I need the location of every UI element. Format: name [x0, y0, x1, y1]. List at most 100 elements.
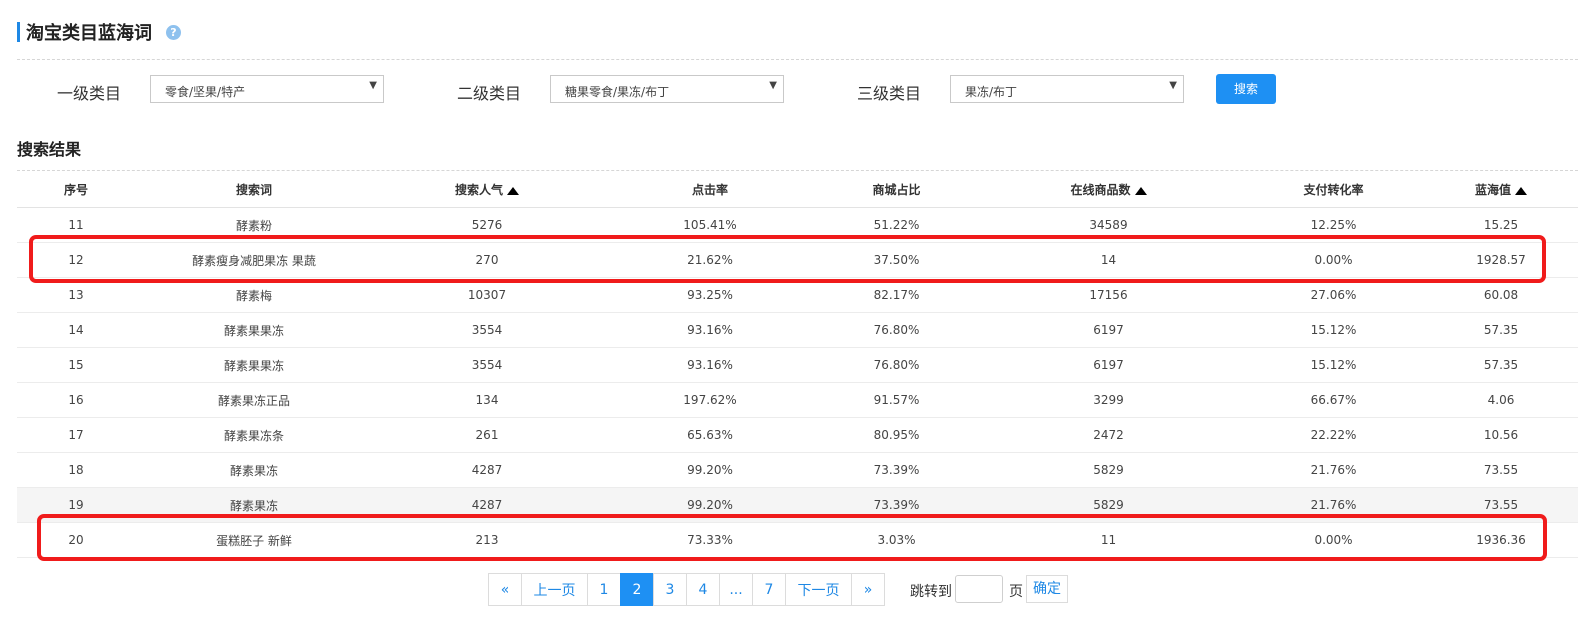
cell-conversion: 27.06% — [1243, 277, 1424, 313]
sort-ascending-icon[interactable] — [507, 186, 519, 195]
page-button-4[interactable]: 4 — [686, 573, 720, 606]
cell-ctr: 93.16% — [601, 312, 819, 348]
cell-ctr: 65.63% — [601, 417, 819, 453]
prev-page-button[interactable]: 上一页 — [521, 573, 588, 606]
cell-online-items: 6197 — [974, 347, 1243, 383]
col-header-popularity[interactable]: 搜索人气 — [373, 171, 601, 208]
cell-conversion: 21.76% — [1243, 487, 1424, 523]
level2-label: 二级类目 — [457, 84, 522, 103]
cell-online-items: 6197 — [974, 312, 1243, 348]
cell-keyword: 蛋糕胚子 新鲜 — [135, 522, 373, 558]
jump-label: 跳转到 — [910, 584, 952, 600]
page-button-1[interactable]: 1 — [587, 573, 621, 606]
cell-mall-ratio: 82.17% — [819, 277, 974, 313]
cell-online-items: 5829 — [974, 487, 1243, 523]
level3-select[interactable]: 果冻/布丁 ▼ — [950, 75, 1184, 103]
cell-index: 14 — [17, 312, 135, 348]
cell-ctr: 105.41% — [601, 207, 819, 243]
cell-index: 17 — [17, 417, 135, 453]
cell-blue-ocean: 73.55 — [1424, 487, 1578, 523]
page-button-3[interactable]: 3 — [653, 573, 687, 606]
cell-blue-ocean: 4.06 — [1424, 382, 1578, 418]
cell-ctr: 99.20% — [601, 487, 819, 523]
cell-blue-ocean: 10.56 — [1424, 417, 1578, 453]
cell-conversion: 66.67% — [1243, 382, 1424, 418]
level1-label: 一级类目 — [57, 84, 122, 103]
cell-popularity: 270 — [373, 242, 601, 278]
cell-popularity: 134 — [373, 382, 601, 418]
cell-keyword: 酵素果果冻 — [135, 347, 373, 383]
cell-ctr: 93.16% — [601, 347, 819, 383]
cell-ctr: 197.62% — [601, 382, 819, 418]
cell-index: 20 — [17, 522, 135, 558]
cell-mall-ratio: 76.80% — [819, 312, 974, 348]
help-icon[interactable]: ? — [166, 24, 181, 40]
table-row: 19 酵素果冻 4287 99.20% 73.39% 5829 21.76% 73.55 — [17, 487, 1578, 523]
cell-online-items: 3299 — [974, 382, 1243, 418]
cell-online-items: 14 — [974, 242, 1243, 278]
cell-mall-ratio: 73.39% — [819, 487, 974, 523]
table-row: 16 酵素果冻正品 134 197.62% 91.57% 3299 66.67% 4.06 — [17, 382, 1578, 418]
table-row: 14 酵素果果冻 3554 93.16% 76.80% 6197 15.12% 57.35 — [17, 312, 1578, 348]
jump-page-input[interactable] — [955, 575, 1003, 603]
table-row: 11 酵素粉 5276 105.41% 51.22% 34589 12.25% 15.25 — [17, 207, 1578, 243]
cell-online-items: 34589 — [974, 207, 1243, 243]
table-row: 15 酵素果果冻 3554 93.16% 76.80% 6197 15.12% 57.35 — [17, 347, 1578, 383]
col-header-blue-ocean[interactable]: 蓝海值 — [1424, 171, 1578, 208]
cell-conversion: 0.00% — [1243, 242, 1424, 278]
next-page-button[interactable]: 下一页 — [785, 573, 852, 606]
cell-keyword: 酵素果冻正品 — [135, 382, 373, 418]
cell-popularity: 3554 — [373, 347, 601, 383]
col-header-online-items[interactable]: 在线商品数 — [974, 171, 1243, 208]
table-row: 12 酵素瘦身减肥果冻 果蔬 270 21.62% 37.50% 14 0.00% 1928.… — [17, 242, 1578, 278]
last-page-button[interactable]: » — [851, 573, 885, 606]
sort-ascending-icon[interactable] — [1515, 186, 1527, 195]
sort-ascending-icon[interactable] — [1134, 186, 1147, 195]
cell-keyword: 酵素果冻 — [135, 452, 373, 488]
cell-index: 13 — [17, 277, 135, 313]
cell-index: 16 — [17, 382, 135, 418]
page-button-2[interactable]: 2 — [620, 573, 654, 606]
cell-online-items: 5829 — [974, 452, 1243, 488]
level1-value: 零食/坚果/特产 — [165, 85, 246, 99]
cell-mall-ratio: 51.22% — [819, 207, 974, 243]
cell-mall-ratio: 73.39% — [819, 452, 974, 488]
cell-blue-ocean: 15.25 — [1424, 207, 1578, 243]
cell-ctr: 73.33% — [601, 522, 819, 558]
page-title: 淘宝类目蓝海词 — [26, 23, 152, 44]
search-button[interactable]: 搜索 — [1216, 74, 1276, 104]
cell-blue-ocean: 73.55 — [1424, 452, 1578, 488]
cell-conversion: 15.12% — [1243, 347, 1424, 383]
first-page-button[interactable]: « — [488, 573, 522, 606]
cell-index: 15 — [17, 347, 135, 383]
confirm-jump-button[interactable]: 确定 — [1026, 575, 1068, 603]
cell-keyword: 酵素瘦身减肥果冻 果蔬 — [135, 242, 373, 278]
cell-mall-ratio: 80.95% — [819, 417, 974, 453]
cell-popularity: 3554 — [373, 312, 601, 348]
level2-value: 糖果零食/果冻/布丁 — [565, 85, 670, 99]
col-header-mall-ratio: 商城占比 — [819, 171, 974, 208]
level2-select[interactable]: 糖果零食/果冻/布丁 ▼ — [550, 75, 784, 103]
cell-keyword: 酵素粉 — [135, 207, 373, 243]
col-header-ctr: 点击率 — [601, 171, 819, 208]
chevron-down-icon: ▼ — [769, 80, 777, 91]
level1-select[interactable]: 零食/坚果/特产 ▼ — [150, 75, 384, 103]
level3-value: 果冻/布丁 — [965, 85, 1018, 99]
cell-conversion: 15.12% — [1243, 312, 1424, 348]
cell-blue-ocean: 60.08 — [1424, 277, 1578, 313]
page-button-7[interactable]: 7 — [752, 573, 786, 606]
cell-index: 11 — [17, 207, 135, 243]
cell-online-items: 2472 — [974, 417, 1243, 453]
page-ellipsis: ... — [719, 573, 753, 606]
page-unit-label: 页 — [1009, 584, 1023, 600]
cell-keyword: 酵素梅 — [135, 277, 373, 313]
cell-blue-ocean: 1936.36 — [1424, 522, 1578, 558]
pagination: « 上一页 1 2 3 4 ... 7 下一页 » — [488, 573, 885, 606]
cell-online-items: 11 — [974, 522, 1243, 558]
cell-conversion: 22.22% — [1243, 417, 1424, 453]
cell-popularity: 213 — [373, 522, 601, 558]
cell-keyword: 酵素果果冻 — [135, 312, 373, 348]
table-row: 20 蛋糕胚子 新鲜 213 73.33% 3.03% 11 0.00% 1936.36 — [17, 522, 1578, 558]
cell-mall-ratio: 76.80% — [819, 347, 974, 383]
cell-mall-ratio: 37.50% — [819, 242, 974, 278]
